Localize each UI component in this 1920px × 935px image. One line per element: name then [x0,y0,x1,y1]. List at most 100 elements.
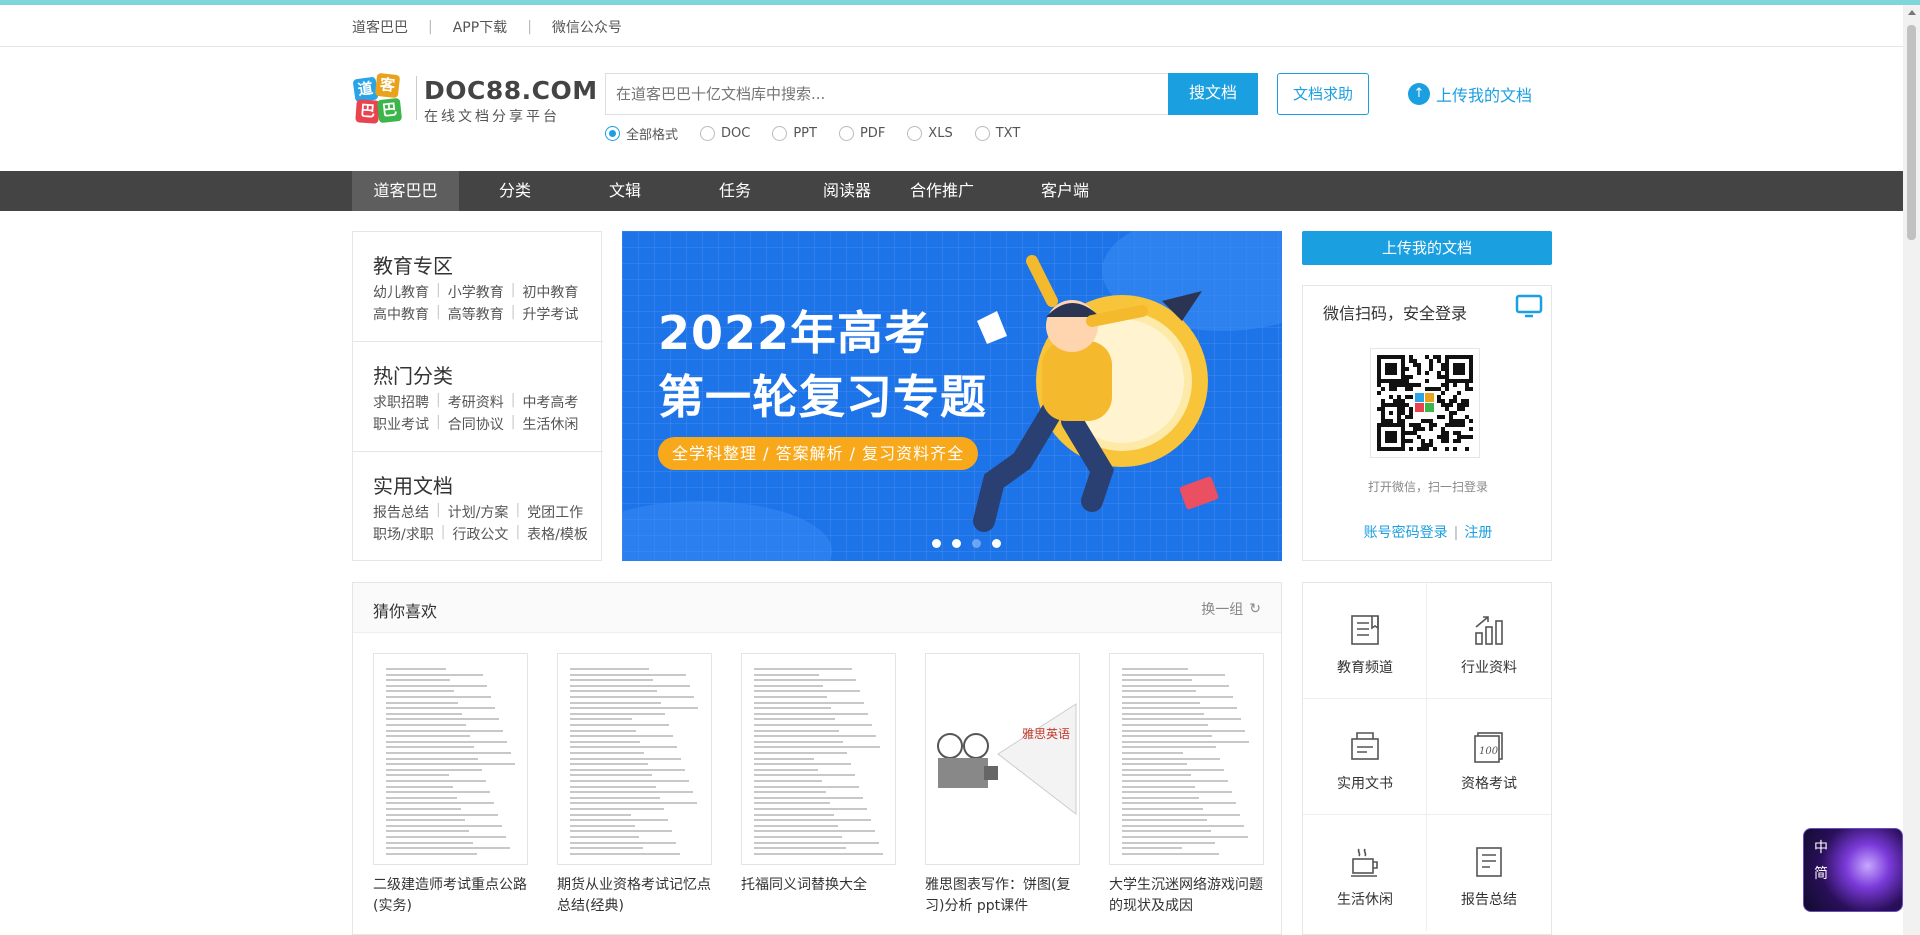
radio-checked-icon[interactable] [605,126,620,141]
thumbnail-text-line [386,768,482,771]
radio-icon[interactable] [700,126,716,141]
doc-title[interactable]: 二级建造师考试重点公路(实务) [373,875,528,917]
format-option-pdf[interactable]: PDF [838,124,885,143]
carousel-dot[interactable] [952,539,961,548]
doc-thumbnail[interactable] [373,653,528,865]
category-link[interactable]: 幼儿教育 [373,282,429,302]
top-link-wechat[interactable]: 微信公众号 [552,17,622,37]
upload-doc-button[interactable]: 上传我的文档 [1302,231,1552,265]
doc-thumbnail[interactable] [557,653,712,865]
category-link[interactable]: 初中教育 [522,282,578,302]
channel-industry[interactable]: 行业资料 [1427,583,1551,699]
doc-title[interactable]: 雅思图表写作：饼图(复习)分析 ppt课件 [925,875,1080,917]
category-title[interactable]: 教育专区 [373,250,453,279]
category-link[interactable]: 党团工作 [527,502,583,522]
category-link[interactable]: 求职招聘 [373,392,429,412]
search-box: 搜文档 [605,73,1258,115]
carousel-dot[interactable] [932,539,941,548]
doc-card[interactable]: 雅思英语 雅思图表写作：饼图(复习)分析 ppt课件 [925,653,1080,917]
thumbnail-text-line [570,746,677,749]
thumbnail-text-line [386,712,462,715]
floating-widget[interactable]: 中 简 [1803,828,1903,912]
book-icon [1351,615,1379,645]
nav-item-task[interactable]: 任务 [700,171,770,211]
format-option-doc[interactable]: DOC [700,124,750,143]
upload-doc-link[interactable]: ↑ 上传我的文档 [1408,82,1532,106]
search-button[interactable]: 搜文档 [1168,73,1258,115]
nav-item-category[interactable]: 分类 [480,171,550,211]
category-link[interactable]: 合同协议 [448,414,504,434]
thumbnail-text-line [1122,729,1245,732]
category-title[interactable]: 实用文档 [373,470,453,499]
site-logo[interactable]: 道 客 巴 巴 DOC88.COM 在线文档分享平台 [352,72,597,126]
doc-thumbnail[interactable] [1109,653,1264,865]
channel-education[interactable]: 教育频道 [1303,583,1427,699]
search-input[interactable] [606,74,1168,114]
radio-icon[interactable] [974,126,990,141]
category-link[interactable]: 生活休闲 [522,414,578,434]
category-link[interactable]: 小学教育 [448,282,504,302]
channel-report[interactable]: 报告总结 [1427,815,1551,931]
nav-item-home[interactable]: 道客巴巴 [352,171,459,211]
category-link[interactable]: 考研资料 [448,392,504,412]
doc-thumbnail[interactable]: 雅思英语 [925,653,1080,865]
channel-leisure[interactable]: 生活休闲 [1303,815,1427,931]
doc-thumbnail[interactable] [741,653,896,865]
doc-request-button[interactable]: 文档求助 [1277,73,1369,115]
promo-banner[interactable]: 2022年高考 第一轮复习专题 全学科整理 / 答案解析 / 复习资料齐全 [622,231,1282,561]
channel-documents[interactable]: 实用文书 [1303,699,1427,815]
nav-item-reader[interactable]: 阅读器 [812,171,882,211]
radio-icon[interactable] [907,126,923,141]
thumbnail-text-line [570,847,643,850]
nav-item-client[interactable]: 客户端 [1030,171,1100,211]
doc-card[interactable]: 大学生沉迷网络游戏问题的现状及成因 [1109,653,1264,917]
scroll-up-arrow-icon[interactable] [1908,10,1916,15]
category-title[interactable]: 热门分类 [373,360,453,389]
format-option-ppt[interactable]: PPT [772,124,817,143]
format-option-all[interactable]: 全部格式 [605,124,678,143]
category-link[interactable]: 行政公文 [452,524,508,544]
account-login-link[interactable]: 账号密码登录 [1364,525,1448,541]
doc-title[interactable]: 期货从业资格考试记忆点总结(经典) [557,875,712,917]
pc-login-toggle-icon[interactable] [1515,294,1543,322]
thumbnail-text-line [570,830,672,833]
thumbnail-text-line [386,852,477,855]
register-link[interactable]: 注册 [1464,525,1492,541]
thumbnail-text-line [754,696,827,698]
radio-icon[interactable] [772,126,788,141]
doc-card[interactable]: 期货从业资格考试记忆点总结(经典) [557,653,712,917]
thumbnail-text-line [570,768,685,771]
thumbnail-text-line [1122,690,1196,693]
doc-title[interactable]: 大学生沉迷网络游戏问题的现状及成因 [1109,875,1264,917]
wechat-qr-code [1370,348,1480,458]
nav-item-promotion[interactable]: 合作推广⌄ [910,171,990,239]
page-scrollbar[interactable] [1903,5,1920,935]
thumbnail-text-line [386,690,454,693]
carousel-dot-active[interactable] [972,539,981,548]
category-link[interactable]: 中考高考 [522,392,578,412]
doc-title[interactable]: 托福同义词替换大全 [741,875,896,896]
scrollbar-thumb[interactable] [1907,25,1916,240]
carousel-dot[interactable] [992,539,1001,548]
format-option-xls[interactable]: XLS [907,124,953,143]
doc-card[interactable]: 托福同义词替换大全 [741,653,896,896]
thumbnail-text-line [754,768,818,771]
radio-icon[interactable] [838,126,854,141]
doc-card[interactable]: 二级建造师考试重点公路(实务) [373,653,528,917]
nav-item-collection[interactable]: 文辑 [590,171,660,211]
thumbnail-text-line [754,847,846,850]
category-link[interactable]: 表格/模板 [527,524,588,544]
channel-exam[interactable]: 100 资格考试 [1427,699,1551,815]
category-link[interactable]: 职场/求职 [373,524,434,544]
category-link[interactable]: 报告总结 [373,502,429,522]
category-link[interactable]: 升学考试 [522,304,578,324]
category-link[interactable]: 高等教育 [448,304,504,324]
header: 道 客 巴 巴 DOC88.COM 在线文档分享平台 搜文档 文档求助 ↑ 上传… [0,48,1903,171]
category-link[interactable]: 职业考试 [373,414,429,434]
category-link[interactable]: 计划/方案 [448,502,509,522]
category-link[interactable]: 高中教育 [373,304,429,324]
top-link-home[interactable]: 道客巴巴 [352,17,408,37]
format-option-txt[interactable]: TXT [974,124,1020,143]
top-link-app[interactable]: APP下载 [453,17,507,37]
refresh-button[interactable]: 换一组 ↻ [1201,599,1261,619]
